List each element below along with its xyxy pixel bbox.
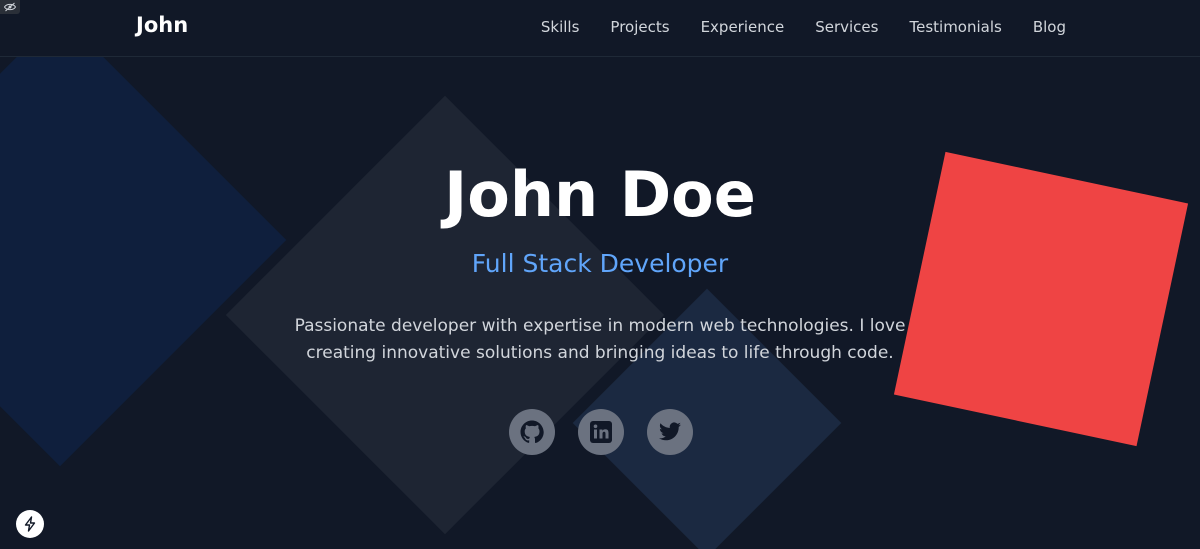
social-links xyxy=(509,409,693,455)
page: John Skills Projects Experience Services… xyxy=(0,0,1200,549)
hero-name: John Doe xyxy=(444,158,756,231)
hero-bio: Passionate developer with expertise in m… xyxy=(290,313,910,367)
nav-link-projects[interactable]: Projects xyxy=(610,18,669,36)
brand-logo[interactable]: John xyxy=(136,13,188,37)
hero-role: Full Stack Developer xyxy=(471,249,729,278)
navbar: John Skills Projects Experience Services… xyxy=(0,0,1200,57)
twitter-button[interactable] xyxy=(647,409,693,455)
visibility-toggle[interactable] xyxy=(0,0,20,14)
github-icon xyxy=(520,420,544,444)
lightning-icon xyxy=(24,516,36,532)
hero-bio-line-2: creating innovative solutions and bringi… xyxy=(306,343,894,363)
nav-link-services[interactable]: Services xyxy=(815,18,878,36)
nav-link-skills[interactable]: Skills xyxy=(541,18,580,36)
github-button[interactable] xyxy=(509,409,555,455)
linkedin-button[interactable] xyxy=(578,409,624,455)
quick-action-button[interactable] xyxy=(16,510,44,538)
hero-bio-line-1: Passionate developer with expertise in m… xyxy=(294,316,906,336)
nav-link-testimonials[interactable]: Testimonials xyxy=(909,18,1001,36)
twitter-icon xyxy=(659,422,681,441)
nav-links: Skills Projects Experience Services Test… xyxy=(541,18,1066,36)
linkedin-icon xyxy=(590,421,612,443)
eye-off-icon xyxy=(4,2,16,12)
nav-link-experience[interactable]: Experience xyxy=(701,18,785,36)
nav-link-blog[interactable]: Blog xyxy=(1033,18,1066,36)
hero-section: John Doe Full Stack Developer Passionate… xyxy=(0,0,1200,549)
